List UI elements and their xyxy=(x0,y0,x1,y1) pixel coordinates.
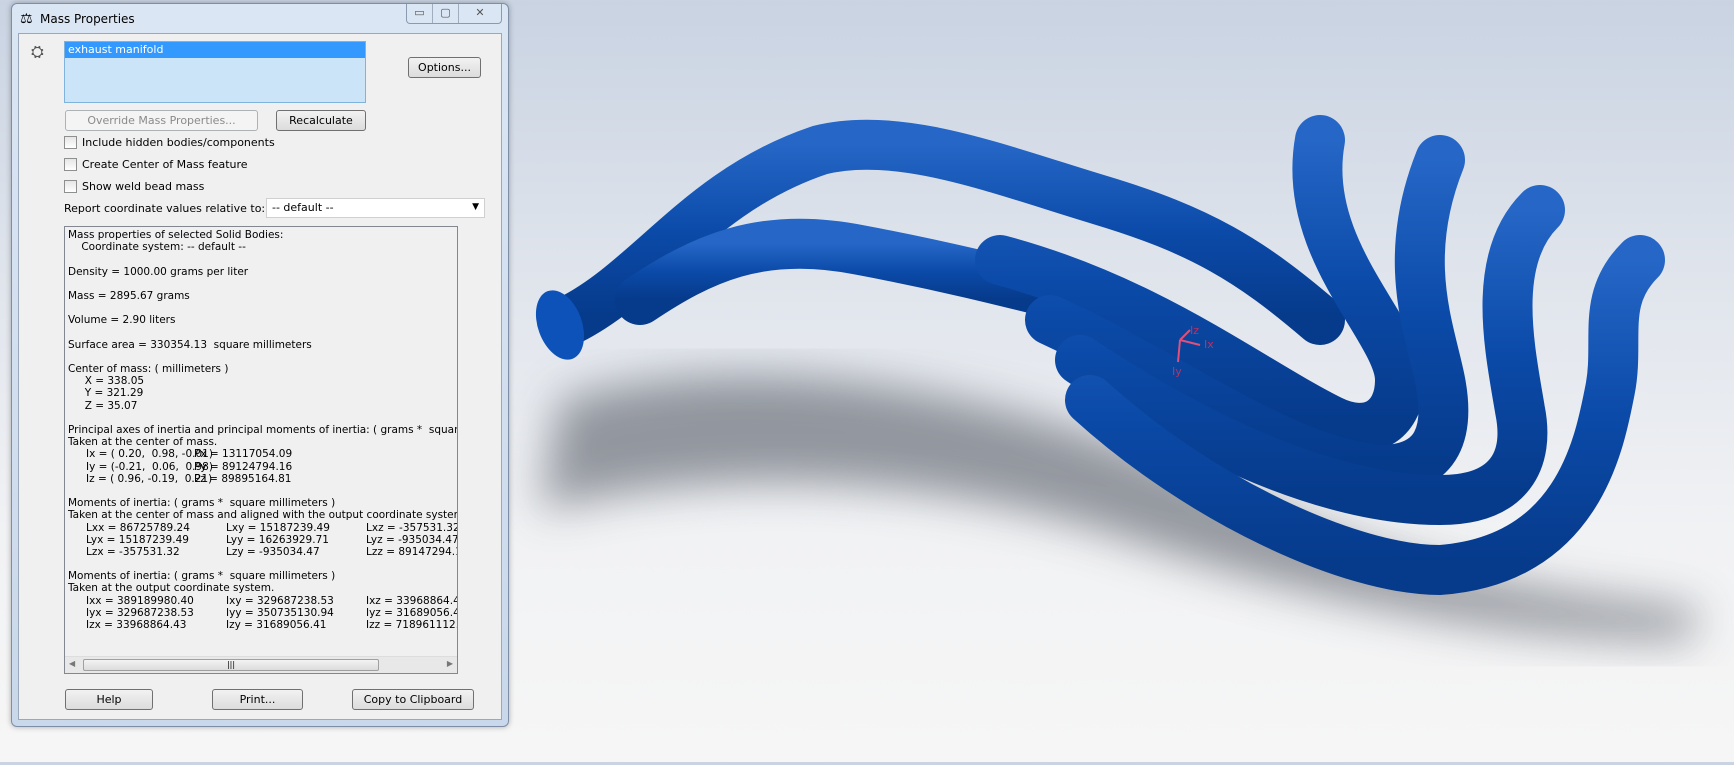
results-cell: Lzz = 89147294.11 xyxy=(366,545,457,558)
results-cell: Izy = 31689056.41 xyxy=(226,619,327,631)
results-cell: Lyz = -935034.47 xyxy=(366,533,458,546)
recalculate-button[interactable]: Recalculate xyxy=(276,110,366,131)
results-cell: Lyy = 16263929.71 xyxy=(226,533,329,546)
results-cell: Iyy = 350735130.94 xyxy=(226,606,334,619)
close-button[interactable]: ✕ xyxy=(459,4,501,23)
help-button[interactable]: Help xyxy=(65,689,153,710)
checkbox-box[interactable] xyxy=(64,180,77,193)
results-row: Lyx = 15187239.49 Lyy = 16263929.71 Lyz = … xyxy=(68,533,458,546)
checkbox-label: Create Center of Mass feature xyxy=(82,158,248,171)
copy-to-clipboard-button[interactable]: Copy to Clipboard xyxy=(352,689,474,710)
results-cell: Lyx = 15187239.49 xyxy=(86,533,189,546)
mass-line: Mass = 2895.67 grams xyxy=(68,289,190,302)
moments-com-subtitle: Taken at the center of mass and aligned … xyxy=(68,509,458,522)
results-cell: Iy = (-0.21, 0.06, 0.98) xyxy=(86,460,213,473)
results-row: Iz = ( 0.96, -0.19, 0.21) Pz = 89895164.8… xyxy=(68,472,457,485)
com-z: Z = 35.07 xyxy=(68,399,138,412)
mass-properties-dialog: ⚖ Mass Properties ▭ ▢ ✕ ⛭ exhaust manifo… xyxy=(11,3,509,727)
checkbox-label: Show weld bead mass xyxy=(82,180,205,193)
results-cell: Iyx = 329687238.53 xyxy=(86,606,194,619)
title-bar[interactable]: ⚖ Mass Properties ▭ ▢ ✕ xyxy=(12,4,508,34)
print-button[interactable]: Print... xyxy=(212,689,303,710)
coord-label: Report coordinate values relative to: xyxy=(64,202,266,215)
scroll-left-icon[interactable]: ◀ xyxy=(69,659,75,668)
results-cell: Lxx = 86725789.24 xyxy=(86,521,190,534)
results-cell: Lzy = -935034.47 xyxy=(226,545,320,558)
results-row: Lxx = 86725789.24 Lxy = 15187239.49 Lxz = … xyxy=(68,521,458,534)
scroll-right-icon[interactable]: ▶ xyxy=(447,659,453,668)
axis-y-label: Iy xyxy=(1172,365,1182,378)
results-cell: Izz = 718961112.80 xyxy=(366,619,457,631)
part-selection-icon: ⛭ xyxy=(31,42,44,61)
results-cell: Iz = ( 0.96, -0.19, 0.21) xyxy=(86,472,213,485)
horizontal-scrollbar[interactable]: ◀ ||| ▶ xyxy=(65,656,457,673)
principal-axes-subtitle: Taken at the center of mass. xyxy=(68,436,218,449)
checkbox-box[interactable] xyxy=(64,136,77,149)
override-mass-properties-button[interactable]: Override Mass Properties... xyxy=(65,110,258,131)
results-row: Ixx = 389189980.40 Ixy = 329687238.53 Ixz … xyxy=(68,594,458,607)
results-cell: Py = 89124794.16 xyxy=(194,460,293,473)
select-value: -- default -- xyxy=(272,201,334,214)
axis-x-label: Ix xyxy=(1204,338,1214,351)
create-com-checkbox[interactable]: Create Center of Mass feature xyxy=(64,158,248,171)
weld-bead-checkbox[interactable]: Show weld bead mass xyxy=(64,180,204,193)
results-cell: Ixz = 33968864.43 xyxy=(366,594,458,607)
selected-items-list[interactable]: exhaust manifold xyxy=(64,41,366,103)
volume-line: Volume = 2.90 liters xyxy=(68,314,176,327)
checkbox-label: Include hidden bodies/components xyxy=(82,136,275,149)
options-button[interactable]: Options... xyxy=(408,57,481,78)
scale-icon: ⚖ xyxy=(20,11,33,27)
com-title: Center of mass: ( millimeters ) xyxy=(68,363,229,376)
results-cell: Lzx = -357531.32 xyxy=(86,545,180,558)
checkbox-box[interactable] xyxy=(64,158,77,171)
results-row: Izx = 33968864.43 Izy = 31689056.41 Izz = … xyxy=(68,619,457,631)
moments-output-title: Moments of inertia: ( grams * square mil… xyxy=(68,570,336,583)
results-cell: Izx = 33968864.43 xyxy=(86,619,187,631)
results-cell: Pz = 89895164.81 xyxy=(194,472,292,485)
results-cell: Lxz = -357531.32 xyxy=(366,521,458,534)
coord-system-line: Coordinate system: -- default -- xyxy=(68,241,246,254)
moments-com-title: Moments of inertia: ( grams * square mil… xyxy=(68,497,336,510)
results-row: Lzx = -357531.32 Lzy = -935034.47 Lzz = 89… xyxy=(68,545,457,558)
results-textbox[interactable]: Mass properties of selected Solid Bodies… xyxy=(64,226,458,674)
results-cell: Iyz = 31689056.41 xyxy=(366,606,458,619)
com-y: Y = 321.29 xyxy=(68,387,144,400)
results-cell: Ix = ( 0.20, 0.98, -0.01) xyxy=(86,448,213,461)
moments-output-subtitle: Taken at the output coordinate system. xyxy=(68,582,275,595)
results-row: Iy = (-0.21, 0.06, 0.98) Py = 89124794.16 xyxy=(68,460,457,473)
minimize-button[interactable]: ▭ xyxy=(407,4,433,23)
results-header: Mass properties of selected Solid Bodies… xyxy=(68,229,284,241)
list-item[interactable]: exhaust manifold xyxy=(65,42,365,58)
maximize-button[interactable]: ▢ xyxy=(433,4,459,23)
results-cell: Ixy = 329687238.53 xyxy=(226,594,334,607)
density-line: Density = 1000.00 grams per liter xyxy=(68,265,249,278)
dialog-title: Mass Properties xyxy=(40,12,135,26)
results-row: Iyx = 329687238.53 Iyy = 350735130.94 Iyz … xyxy=(68,606,458,619)
coordinate-system-select[interactable]: -- default -- ▼ xyxy=(266,198,485,218)
results-row: Ix = ( 0.20, 0.98, -0.01) Px = 13117054.0… xyxy=(68,448,457,461)
axis-z-label: Iz xyxy=(1190,324,1199,337)
results-cell: Ixx = 389189980.40 xyxy=(86,594,194,607)
com-x: X = 338.05 xyxy=(68,375,145,388)
results-cell: Lxy = 15187239.49 xyxy=(226,521,330,534)
include-hidden-checkbox[interactable]: Include hidden bodies/components xyxy=(64,136,275,149)
results-cell: Px = 13117054.09 xyxy=(194,448,293,461)
scrollbar-thumb[interactable]: ||| xyxy=(83,659,379,671)
dropdown-arrow-icon: ▼ xyxy=(472,202,479,212)
principal-axes-title: Principal axes of inertia and principal … xyxy=(68,424,458,436)
surface-area-line: Surface area = 330354.13 square millimet… xyxy=(68,338,312,351)
